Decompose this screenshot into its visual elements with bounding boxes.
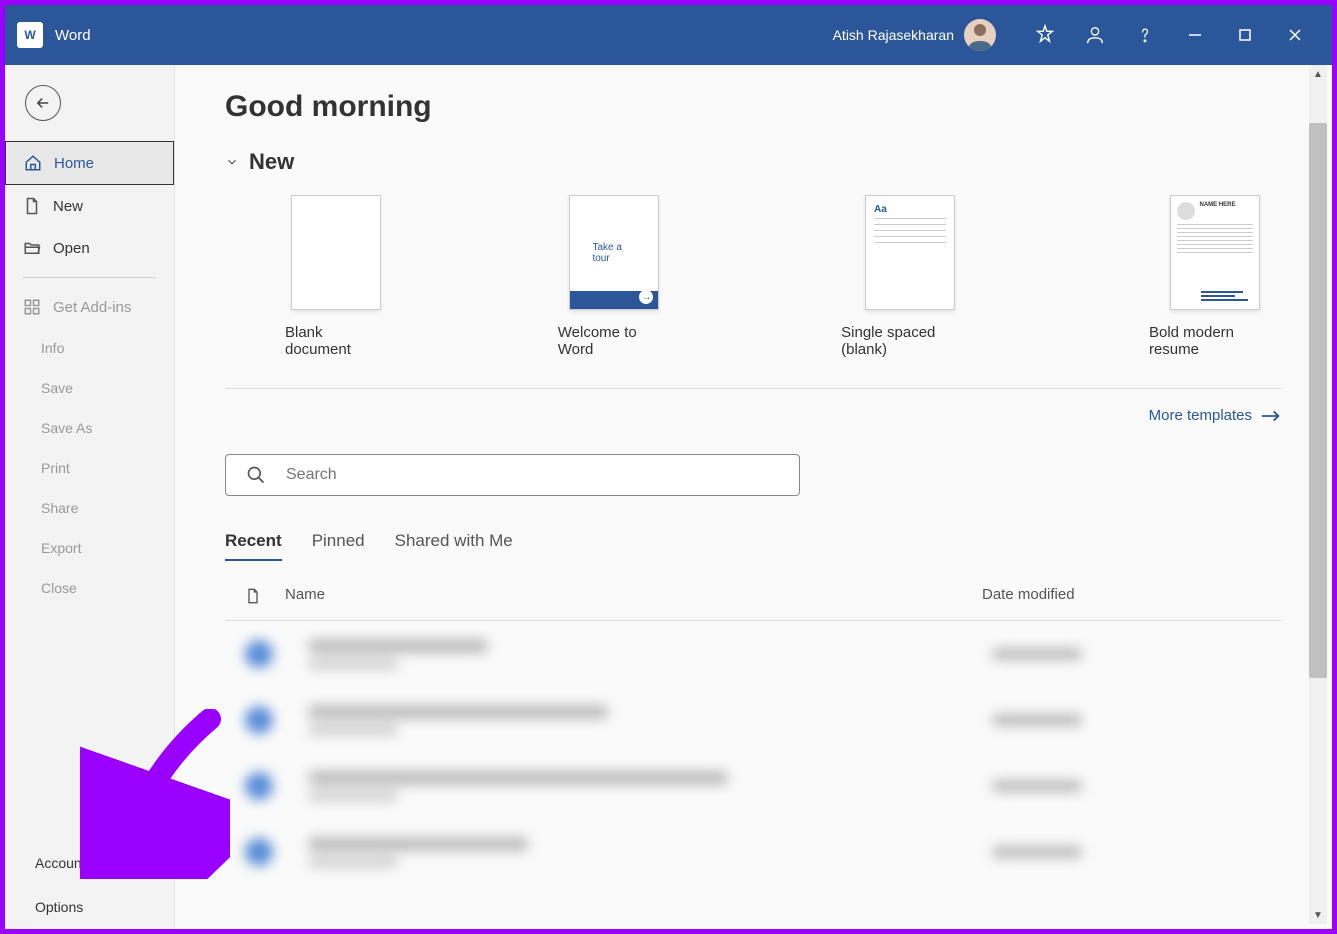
nav-label: Get Add-ins	[53, 299, 131, 316]
document-icon	[23, 197, 41, 215]
app-title: Word	[55, 27, 91, 44]
scrollbar[interactable]: ▲ ▼	[1309, 65, 1327, 924]
sidebar-item-export[interactable]: Export	[5, 528, 174, 568]
search-icon	[246, 465, 266, 485]
scroll-up-icon[interactable]: ▲	[1309, 65, 1327, 83]
template-resume[interactable]: NAME HERE Bold modern resume	[1149, 195, 1282, 358]
user-avatar[interactable]	[964, 19, 996, 51]
template-single-spaced[interactable]: Aa Single spaced (blank)	[841, 195, 979, 358]
scroll-down-icon[interactable]: ▼	[1309, 906, 1327, 924]
account-icon[interactable]	[1070, 15, 1120, 55]
sidebar-item-close[interactable]: Close	[5, 568, 174, 608]
search-box[interactable]	[225, 454, 800, 496]
template-blank[interactable]: Blank document	[285, 195, 388, 358]
back-button[interactable]	[25, 85, 61, 121]
user-name[interactable]: Atish Rajasekharan	[833, 27, 954, 43]
template-label: Bold modern resume	[1149, 324, 1282, 358]
minimize-button[interactable]	[1170, 15, 1220, 55]
file-row[interactable]	[225, 687, 1282, 753]
template-label: Welcome to Word	[558, 324, 671, 358]
word-app-icon: W	[17, 22, 43, 48]
content-area: Good morning New Blank document Take a t…	[175, 65, 1332, 929]
close-button[interactable]	[1270, 15, 1320, 55]
sidebar-item-open[interactable]: Open	[5, 227, 174, 269]
column-date[interactable]: Date modified	[982, 586, 1262, 610]
home-icon	[24, 154, 42, 172]
file-row[interactable]	[225, 819, 1282, 885]
addins-icon	[23, 298, 41, 316]
sidebar-item-account[interactable]: Account	[5, 841, 174, 885]
titlebar: W Word Atish Rajasekharan	[5, 5, 1332, 65]
file-tabs: Recent Pinned Shared with Me	[225, 531, 1282, 561]
template-welcome[interactable]: Take a tour → Welcome to Word	[558, 195, 671, 358]
sidebar-item-home[interactable]: Home	[5, 141, 174, 185]
help-icon[interactable]	[1120, 15, 1170, 55]
template-thumb: NAME HERE	[1170, 195, 1260, 310]
sidebar-item-saveas[interactable]: Save As	[5, 408, 174, 448]
nav-label: Home	[54, 155, 94, 172]
template-label: Single spaced (blank)	[841, 324, 979, 358]
document-icon	[245, 586, 261, 606]
column-name[interactable]: Name	[285, 586, 982, 610]
search-input[interactable]	[286, 466, 779, 484]
file-row[interactable]	[225, 753, 1282, 819]
section-title: New	[249, 149, 294, 175]
sidebar-item-share[interactable]: Share	[5, 488, 174, 528]
scroll-thumb[interactable]	[1309, 123, 1327, 678]
nav-label: New	[53, 198, 83, 215]
folder-open-icon	[23, 239, 41, 257]
sidebar-item-addins[interactable]: Get Add-ins	[5, 286, 174, 328]
tab-pinned[interactable]: Pinned	[312, 531, 365, 561]
maximize-button[interactable]	[1220, 15, 1270, 55]
template-thumb: Take a tour →	[569, 195, 659, 310]
sidebar-item-info[interactable]: Info	[5, 328, 174, 368]
greeting-text: Good morning	[225, 90, 1282, 124]
chevron-down-icon	[225, 155, 239, 169]
nav-label: Open	[53, 240, 90, 257]
tab-shared[interactable]: Shared with Me	[395, 531, 513, 561]
arrow-right-icon	[1260, 409, 1282, 423]
tab-recent[interactable]: Recent	[225, 531, 282, 561]
template-thumb: Aa	[865, 195, 955, 310]
file-list-header: Name Date modified	[225, 586, 1282, 621]
sidebar-item-options[interactable]: Options	[5, 885, 174, 929]
more-templates-link[interactable]: More templates	[225, 407, 1282, 424]
template-thumb	[291, 195, 381, 310]
sidebar-item-new[interactable]: New	[5, 185, 174, 227]
new-section-header[interactable]: New	[225, 149, 1282, 175]
premium-icon[interactable]	[1020, 15, 1070, 55]
file-row[interactable]	[225, 621, 1282, 687]
sidebar-item-save[interactable]: Save	[5, 368, 174, 408]
template-label: Blank document	[285, 324, 388, 358]
sidebar-item-print[interactable]: Print	[5, 448, 174, 488]
sidebar: Home New Open Get Add-ins Info Save Save…	[5, 65, 175, 929]
